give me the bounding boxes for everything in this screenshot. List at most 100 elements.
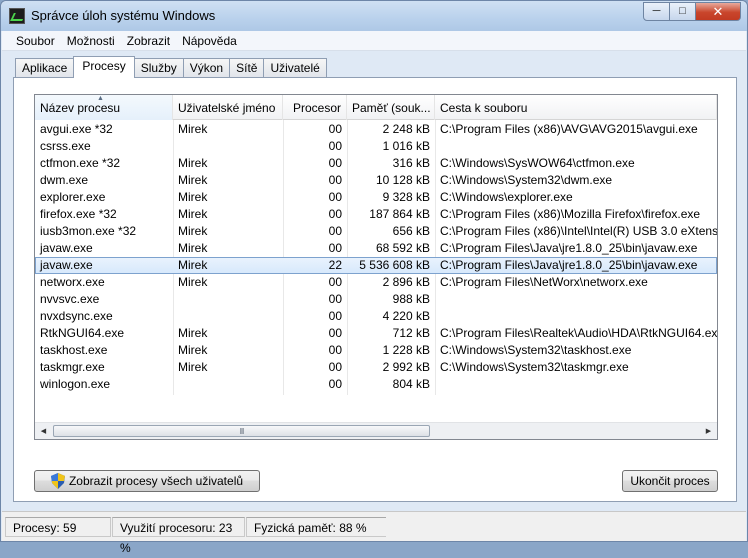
cell-file-path: C:\Program Files\NetWorx\networx.exe: [440, 275, 648, 289]
cell-file-path: C:\Program Files\Java\jre1.8.0_25\bin\ja…: [440, 258, 698, 272]
cell-cpu: 00: [328, 173, 342, 187]
cell-user-name: Mirek: [178, 343, 208, 357]
cell-cpu: 00: [328, 292, 342, 306]
cell-process-name: ctfmon.exe *32: [40, 156, 121, 170]
cell-memory: 712 kB: [392, 326, 430, 340]
cell-user-name: Mirek: [178, 258, 208, 272]
cell-file-path: C:\Windows\System32\taskhost.exe: [440, 343, 632, 357]
table-row[interactable]: iusb3mon.exe *32 Mirek 00 656 kB C:\Program …: [35, 223, 717, 240]
table-row[interactable]: nvvsvc.exe 00 988 kB: [35, 291, 717, 308]
cell-file-path: C:\Windows\explorer.exe: [440, 190, 573, 204]
close-icon: ✕: [712, 4, 724, 19]
minimize-button[interactable]: ─: [643, 2, 670, 21]
menu-soubor[interactable]: Soubor: [10, 34, 61, 48]
cell-user-name: [173, 308, 283, 325]
window-title: Správce úloh systému Windows: [31, 8, 216, 23]
table-row[interactable]: taskhost.exe Mirek 00 1 228 kB C:\Windows\Sy…: [35, 342, 717, 359]
table-row[interactable]: csrss.exe 00 1 016 kB: [35, 138, 717, 155]
cell-user-name: Mirek: [178, 326, 208, 340]
tab-uzivatele[interactable]: Uživatelé: [263, 58, 327, 78]
scroll-thumb[interactable]: III: [53, 425, 430, 437]
cell-file-path: C:\Windows\System32\dwm.exe: [440, 173, 613, 187]
column-user-name[interactable]: Uživatelské jméno: [173, 95, 283, 120]
table-row[interactable]: networx.exe Mirek 00 2 896 kB C:\Program Fil…: [35, 274, 717, 291]
table-row[interactable]: nvxdsync.exe 00 4 220 kB: [35, 308, 717, 325]
cell-user-name: Mirek: [178, 275, 208, 289]
table-row[interactable]: firefox.exe *32 Mirek 00 187 864 kB C:\Progr…: [35, 206, 717, 223]
table-row[interactable]: dwm.exe Mirek 00 10 128 kB C:\Windows\System…: [35, 172, 717, 189]
status-cpu-usage: Využití procesoru: 23 %: [112, 517, 245, 555]
column-cpu[interactable]: Procesor: [283, 95, 347, 120]
column-file-path[interactable]: Cesta k souboru: [435, 95, 717, 120]
cell-file-path: C:\Program Files\Realtek\Audio\HDA\RtkNG…: [440, 326, 717, 340]
cell-file-path: [435, 376, 717, 393]
menu-moznosti[interactable]: Možnosti: [61, 34, 121, 48]
cell-file-path: [435, 291, 717, 308]
cell-cpu: 00: [328, 156, 342, 170]
column-label: Název procesu: [40, 101, 121, 115]
menu-zobrazit[interactable]: Zobrazit: [121, 34, 176, 48]
cell-process-name: csrss.exe: [40, 139, 91, 153]
list-header: ▲ Název procesu Uživatelské jméno Proces…: [35, 95, 717, 120]
cell-process-name: javaw.exe: [40, 241, 93, 255]
cell-user-name: Mirek: [178, 360, 208, 374]
taskmgr-icon[interactable]: [9, 8, 25, 24]
process-list[interactable]: ▲ Název procesu Uživatelské jméno Proces…: [34, 94, 718, 440]
scroll-left-icon[interactable]: ◀: [35, 423, 52, 439]
cell-memory: 9 328 kB: [382, 190, 430, 204]
tab-sluzby[interactable]: Služby: [134, 58, 183, 78]
cell-user-name: Mirek: [178, 156, 208, 170]
cell-file-path: [435, 308, 717, 325]
cell-memory: 2 248 kB: [382, 122, 430, 136]
table-row[interactable]: explorer.exe Mirek 00 9 328 kB C:\Windows\ex…: [35, 189, 717, 206]
cell-user-name: Mirek: [178, 241, 208, 255]
cell-user-name: [173, 376, 283, 393]
table-row[interactable]: winlogon.exe 00 804 kB: [35, 376, 717, 393]
table-row[interactable]: RtkNGUI64.exe Mirek 00 712 kB C:\Program Fil…: [35, 325, 717, 342]
tab-procesy[interactable]: Procesy: [73, 56, 135, 78]
maximize-button[interactable]: □: [670, 2, 696, 21]
cell-memory: 1 016 kB: [382, 139, 430, 153]
end-process-button[interactable]: Ukončit proces: [622, 470, 718, 492]
cell-user-name: Mirek: [178, 173, 208, 187]
menu-napoveda[interactable]: Nápověda: [176, 34, 243, 48]
cell-memory: 4 220 kB: [382, 309, 430, 323]
tab-aplikace[interactable]: Aplikace: [15, 58, 74, 78]
column-process-name[interactable]: ▲ Název procesu: [35, 95, 173, 120]
tab-vykon[interactable]: Výkon: [182, 58, 230, 78]
maximize-icon: □: [679, 5, 686, 17]
cell-cpu: 00: [328, 224, 342, 238]
tab-strip: Aplikace Procesy Služby Výkon Sítě Uživa…: [15, 56, 327, 78]
table-row[interactable]: ctfmon.exe *32 Mirek 00 316 kB C:\Windows\Sy…: [35, 155, 717, 172]
title-bar[interactable]: Správce úloh systému Windows ─ □ ✕: [1, 1, 747, 31]
cell-cpu: 00: [328, 275, 342, 289]
cell-process-name: taskhost.exe: [40, 343, 108, 357]
minimize-icon: ─: [652, 5, 661, 17]
cell-process-name: taskmgr.exe: [40, 360, 105, 374]
cell-cpu: 00: [328, 326, 342, 340]
cell-cpu: 22: [328, 258, 342, 272]
cell-cpu: 00: [328, 139, 342, 153]
horizontal-scrollbar[interactable]: ◀ III ▶: [35, 422, 717, 439]
status-bar: Procesy: 59 Využití procesoru: 23 % Fyzi…: [2, 511, 746, 555]
table-row[interactable]: avgui.exe *32 Mirek 00 2 248 kB C:\Program F…: [35, 121, 717, 138]
tab-site[interactable]: Sítě: [229, 58, 264, 78]
cell-process-name: nvvsvc.exe: [40, 292, 100, 306]
cell-user-name: Mirek: [178, 190, 208, 204]
show-all-processes-button[interactable]: Zobrazit procesy všech uživatelů: [34, 470, 260, 492]
table-row[interactable]: taskmgr.exe Mirek 00 2 992 kB C:\Windows\Sys…: [35, 359, 717, 376]
close-button[interactable]: ✕: [696, 2, 741, 21]
cell-memory: 804 kB: [392, 377, 430, 391]
cell-process-name: avgui.exe *32: [40, 122, 113, 136]
column-memory[interactable]: Paměť (souk...: [347, 95, 435, 120]
cell-file-path: [435, 138, 717, 155]
cell-memory: 10 128 kB: [375, 173, 430, 187]
table-row[interactable]: javaw.exe Mirek 22 5 536 608 kB C:\Program F…: [35, 257, 717, 274]
show-all-processes-label: Zobrazit procesy všech uživatelů: [68, 474, 244, 488]
window-controls: ─ □ ✕: [643, 2, 741, 21]
table-row[interactable]: javaw.exe Mirek 00 68 592 kB C:\Program File…: [35, 240, 717, 257]
scroll-right-icon[interactable]: ▶: [700, 423, 717, 439]
cell-cpu: 00: [328, 122, 342, 136]
cell-file-path: C:\Program Files (x86)\AVG\AVG2015\avgui…: [440, 122, 698, 136]
cell-memory: 68 592 kB: [375, 241, 430, 255]
